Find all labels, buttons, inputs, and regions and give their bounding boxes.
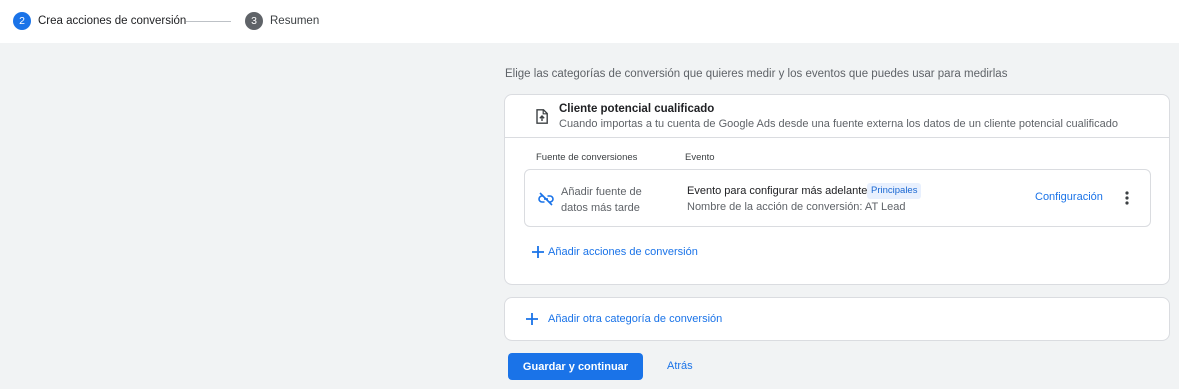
step-label: Resumen (270, 15, 320, 27)
more-vert-icon[interactable] (1121, 189, 1133, 207)
column-header-event: Evento (685, 152, 715, 163)
conversion-action-name: Nombre de la acción de conversión: AT Le… (687, 201, 906, 213)
intro-text: Elige las categorías de conversión que q… (505, 68, 1008, 80)
save-and-continue-button[interactable]: Guardar y continuar (508, 353, 643, 380)
category-description: Cuando importas a tu cuenta de Google Ad… (559, 118, 1118, 130)
stepper: 2 Crea acciones de conversión 3 Resumen (0, 0, 1179, 43)
step-connector (186, 21, 231, 22)
add-conversion-actions-label: Añadir acciones de conversión (548, 246, 698, 258)
add-category-button[interactable]: Añadir otra categoría de conversión (525, 312, 722, 326)
document-upload-icon (536, 109, 548, 124)
conversion-category-card: Cliente potencial cualificado Cuando imp… (504, 94, 1170, 285)
add-conversion-actions-button[interactable]: Añadir acciones de conversión (531, 245, 698, 259)
plus-icon (532, 246, 544, 258)
event-name: Evento para configurar más adelante (687, 185, 868, 197)
conversion-row: Añadir fuente de datos más tarde Evento … (524, 169, 1151, 227)
category-title: Cliente potencial cualificado (559, 103, 715, 115)
step-label: Crea acciones de conversión (38, 15, 187, 27)
add-category-label: Añadir otra categoría de conversión (548, 313, 723, 325)
link-off-icon (538, 192, 554, 206)
plus-icon (526, 313, 538, 325)
step-number-badge: 2 (13, 12, 31, 30)
status-badge: Principales (867, 183, 922, 199)
back-button[interactable]: Atrás (667, 360, 693, 372)
source-label: Añadir fuente de datos más tarde (561, 186, 642, 214)
step-summary[interactable]: 3 Resumen (245, 12, 319, 30)
step-number-badge: 3 (245, 12, 263, 30)
configuration-link[interactable]: Configuración (1035, 191, 1103, 203)
add-category-card[interactable]: Añadir otra categoría de conversión (504, 297, 1170, 341)
step-create-conversion-actions[interactable]: 2 Crea acciones de conversión (13, 12, 186, 30)
category-header: Cliente potencial cualificado Cuando imp… (505, 95, 1169, 138)
column-header-source: Fuente de conversiones (536, 152, 638, 163)
